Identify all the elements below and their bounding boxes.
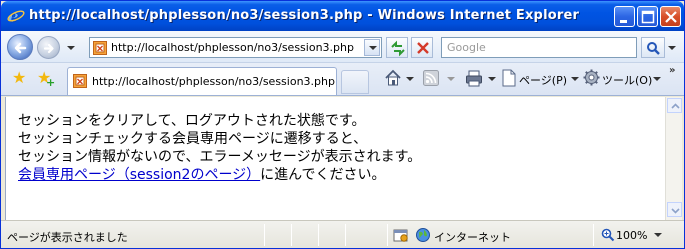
close-icon [665, 11, 677, 23]
page-menu-dropdown-icon[interactable] [571, 77, 579, 81]
feeds-dropdown-icon[interactable] [447, 77, 455, 81]
home-icon[interactable] [384, 69, 402, 87]
back-button[interactable] [7, 34, 33, 60]
zoom-icon[interactable] [601, 228, 615, 242]
address-dropdown-button[interactable] [364, 39, 380, 56]
status-separator [318, 224, 319, 246]
minimize-icon [620, 20, 627, 23]
stop-button[interactable] [411, 37, 433, 58]
maximize-button[interactable] [637, 6, 658, 27]
refresh-button[interactable] [386, 37, 408, 58]
zoom-dropdown-icon[interactable] [654, 233, 662, 237]
print-icon[interactable] [465, 69, 483, 87]
tools-menu-dropdown-icon[interactable] [653, 77, 661, 81]
page-favicon-icon [93, 41, 107, 55]
content-line-1: セッションをクリアして、ログアウトされた状態です。 [18, 113, 366, 129]
zoom-level[interactable]: 100% [616, 229, 647, 242]
status-separator [264, 224, 265, 246]
home-dropdown-icon[interactable] [406, 77, 414, 81]
gear-icon [583, 69, 600, 86]
status-separator [345, 224, 346, 246]
page-icon [502, 69, 516, 87]
print-dropdown-icon[interactable] [488, 77, 496, 81]
search-options-dropdown-icon[interactable] [668, 46, 676, 50]
content-line-4: 会員専用ページ（session2のページ）に進んでください。 [18, 167, 385, 184]
status-bar: ページが表示されました インターネット 100% [1, 220, 684, 248]
close-button[interactable] [660, 6, 681, 27]
address-url: http://localhost/phplesson/no3/session3.… [111, 41, 354, 54]
internet-globe-icon [416, 228, 430, 242]
forward-button[interactable] [37, 36, 60, 59]
page-content: セッションをクリアして、ログアウトされた状態です。 セッションチェックする会員専… [5, 97, 665, 220]
maximize-icon [641, 10, 655, 24]
status-text: ページが表示されました [7, 231, 128, 244]
status-separator [593, 224, 594, 246]
minimize-button[interactable] [614, 6, 635, 27]
scroll-down-button[interactable] [667, 202, 682, 217]
history-dropdown-icon[interactable] [67, 46, 75, 50]
add-favorites-icon[interactable]: ★ + [37, 70, 55, 90]
status-separator [291, 224, 292, 246]
search-box[interactable]: Google [441, 37, 637, 58]
search-button[interactable] [641, 37, 665, 58]
more-commands-chevron-icon[interactable]: » [669, 65, 675, 76]
window-title: http://localhost/phplesson/no3/session3.… [29, 8, 580, 23]
address-bar[interactable]: http://localhost/phplesson/no3/session3.… [89, 37, 382, 58]
stop-icon [417, 42, 429, 54]
link-suffix: に進んでください。 [260, 167, 386, 183]
favorites-star-icon[interactable]: ★ [12, 70, 26, 86]
security-zone-label: インターネット [434, 231, 511, 244]
search-placeholder: Google [447, 41, 486, 54]
content-line-2: セッションチェックする会員専用ページに遷移すると、 [18, 131, 368, 147]
new-tab-button[interactable] [341, 70, 369, 94]
scroll-down-icon [671, 208, 680, 214]
tab-label: http://localhost/phplesson/no3/session3.… [92, 75, 335, 88]
search-icon [647, 42, 660, 55]
browser-window: e http://localhost/phplesson/no3/session… [0, 0, 685, 249]
scroll-up-button[interactable] [667, 98, 682, 113]
tab-favicon-icon [73, 74, 87, 88]
protected-mode-icon[interactable] [393, 227, 409, 243]
status-separator [387, 224, 388, 246]
chevron-down-icon [369, 46, 377, 50]
vertical-scrollbar[interactable] [665, 97, 682, 220]
tools-menu[interactable]: ツール(O) [602, 72, 652, 90]
tab-session3[interactable]: http://localhost/phplesson/no3/session3.… [67, 67, 337, 95]
back-arrow-icon [14, 42, 27, 54]
forward-arrow-icon [43, 43, 54, 54]
feeds-icon[interactable] [423, 70, 439, 86]
title-bar[interactable]: e http://localhost/phplesson/no3/session… [1, 1, 684, 31]
content-line-3: セッション情報がないので、エラーメッセージが表示されます。 [18, 149, 422, 165]
page-menu[interactable]: ページ(P) [519, 72, 567, 90]
member-page-link[interactable]: 会員専用ページ（session2のページ） [18, 167, 260, 183]
scroll-up-icon [671, 103, 680, 109]
ie-logo-icon: e [7, 7, 25, 25]
refresh-icon [391, 40, 405, 57]
